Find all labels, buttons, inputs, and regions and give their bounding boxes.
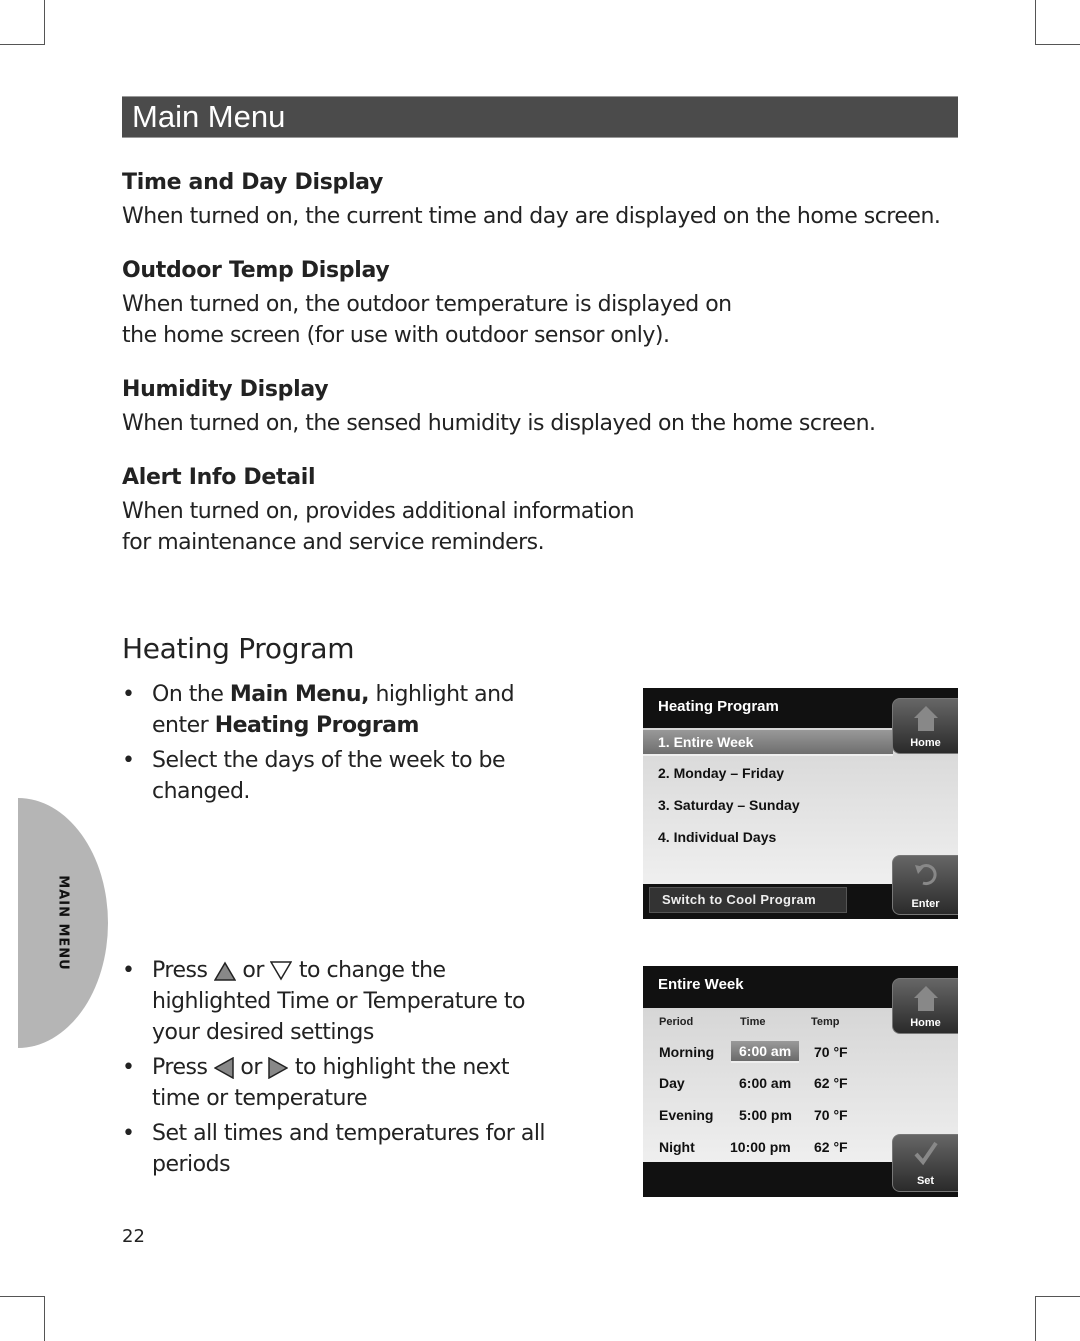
heating-program-screen: Heating Program 1. Entire Week 2. Monday…: [643, 688, 958, 919]
bullet-icon: •: [122, 682, 135, 707]
bullet-icon: •: [122, 1055, 135, 1080]
switch-to-cool-program-button[interactable]: Switch to Cool Program: [649, 887, 847, 913]
item-description: When turned on, the outdoor temperature …: [122, 292, 732, 348]
return-arrow-icon: [915, 864, 937, 886]
left-arrow-icon: [213, 1057, 234, 1079]
heating-steps-list-2: • Press or to change the highlighted Time…: [122, 955, 562, 1184]
option-saturday-sunday[interactable]: 3. Saturday – Sunday: [658, 797, 800, 813]
side-tab-main-menu: MAIN MENU: [18, 798, 108, 1048]
time-evening[interactable]: 5:00 pm: [739, 1107, 792, 1123]
list-item: • Set all times and temperatures for all …: [122, 1118, 562, 1180]
temp-morning[interactable]: 70 °F: [814, 1044, 848, 1060]
up-arrow-icon: [213, 961, 236, 981]
period-night: Night: [659, 1139, 695, 1155]
time-day[interactable]: 6:00 am: [739, 1075, 791, 1091]
item-title: Humidity Display: [122, 377, 329, 402]
option-entire-week[interactable]: 1. Entire Week: [643, 730, 893, 756]
temp-night[interactable]: 62 °F: [814, 1139, 848, 1155]
bullet-icon: •: [122, 748, 135, 773]
column-header-temp: Temp: [811, 1016, 840, 1028]
right-arrow-icon: [268, 1057, 289, 1079]
item-description: When turned on, the current time and day…: [122, 204, 941, 229]
section-header-bar: Main Menu: [122, 96, 958, 138]
list-item: • Press or to highlight the next time or …: [122, 1052, 562, 1114]
option-monday-friday[interactable]: 2. Monday – Friday: [658, 765, 784, 781]
section-header-title: Main Menu: [132, 99, 286, 134]
item-title: Time and Day Display: [122, 170, 384, 195]
checkmark-icon: [914, 1141, 938, 1166]
item-alert-info-detail: Alert Info Detail When turned on, provid…: [122, 465, 635, 558]
screen-title: Heating Program: [658, 698, 779, 715]
option-individual-days[interactable]: 4. Individual Days: [658, 829, 776, 845]
heating-steps-list-1: • On the Main Menu, highlight and enter H…: [122, 679, 562, 811]
down-arrow-icon: [270, 961, 293, 981]
item-title: Outdoor Temp Display: [122, 258, 390, 283]
list-item: • Select the days of the week to be chang…: [122, 745, 562, 807]
time-morning[interactable]: 6:00 am: [731, 1041, 800, 1063]
crop-mark-bottom-right: [1035, 1296, 1080, 1341]
home-button[interactable]: Home: [892, 978, 958, 1034]
enter-button[interactable]: Enter: [892, 855, 958, 915]
period-evening: Evening: [659, 1107, 714, 1123]
column-header-time: Time: [740, 1016, 766, 1028]
list-item: • On the Main Menu, highlight and enter H…: [122, 679, 562, 741]
crop-mark-top-right: [1035, 0, 1080, 45]
period-morning: Morning: [659, 1044, 715, 1060]
list-item: • Press or to change the highlighted Time…: [122, 955, 562, 1048]
home-icon: [914, 986, 938, 1011]
side-tab-label: MAIN MENU: [55, 875, 71, 971]
home-icon: [914, 706, 938, 731]
bullet-icon: •: [122, 958, 135, 983]
item-outdoor-temp-display: Outdoor Temp Display When turned on, the…: [122, 258, 732, 351]
column-header-period: Period: [659, 1016, 694, 1028]
home-button[interactable]: Home: [892, 698, 958, 754]
heating-program-heading: Heating Program: [122, 632, 355, 665]
bullet-icon: •: [122, 1121, 135, 1146]
time-night[interactable]: 10:00 pm: [730, 1139, 791, 1155]
temp-evening[interactable]: 70 °F: [814, 1107, 848, 1123]
period-day: Day: [659, 1075, 685, 1091]
crop-mark-bottom-left: [0, 1296, 45, 1341]
temp-day[interactable]: 62 °F: [814, 1075, 848, 1091]
screen-title: Entire Week: [658, 976, 744, 993]
item-humidity-display: Humidity Display When turned on, the sen…: [122, 377, 876, 439]
item-time-day-display: Time and Day Display When turned on, the…: [122, 170, 941, 232]
crop-mark-top-left: [0, 0, 45, 45]
item-description: When turned on, provides additional info…: [122, 499, 635, 555]
set-button[interactable]: Set: [892, 1134, 958, 1192]
item-title: Alert Info Detail: [122, 465, 316, 490]
item-description: When turned on, the sensed humidity is d…: [122, 411, 876, 436]
entire-week-screen: Entire Week Period Time Temp Morning 6:0…: [643, 966, 958, 1197]
page-number: 22: [122, 1226, 145, 1247]
